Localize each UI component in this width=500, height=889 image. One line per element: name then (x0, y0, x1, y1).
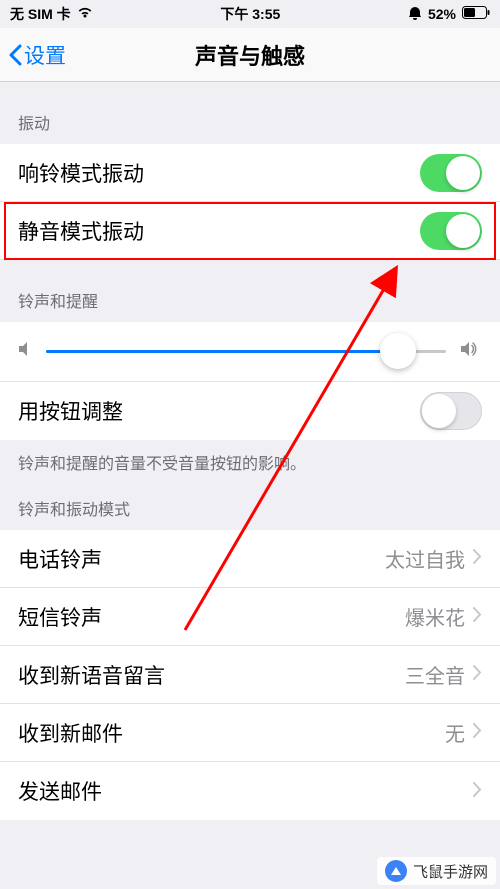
toggle-silent-vibrate[interactable] (420, 212, 482, 250)
status-time: 下午 3:55 (220, 4, 280, 24)
row-label: 用按钮调整 (18, 396, 123, 426)
row-value: 无 (445, 718, 465, 747)
list-group-vibration: 响铃模式振动 静音模式振动 (0, 144, 500, 260)
row-label: 发送邮件 (18, 776, 102, 806)
volume-slider-row[interactable] (0, 322, 500, 382)
status-left: 无 SIM 卡 (10, 4, 93, 24)
toggle-button-adjust[interactable] (420, 392, 482, 430)
row-silent-vibrate[interactable]: 静音模式振动 (0, 202, 500, 260)
row-label: 静音模式振动 (18, 216, 144, 246)
section-footer-ringer: 铃声和提醒的音量不受音量按钮的影响。 (0, 440, 500, 478)
row-label: 收到新邮件 (18, 718, 123, 748)
row-value: 太过自我 (385, 544, 465, 573)
back-label: 设置 (24, 40, 66, 70)
list-group-ringer: 用按钮调整 (0, 322, 500, 440)
section-header-patterns: 铃声和振动模式 (0, 478, 500, 530)
row-text-tone[interactable]: 短信铃声 爆米花 (0, 588, 500, 646)
volume-slider[interactable] (46, 350, 446, 353)
status-right: 52% (408, 6, 490, 23)
status-bar: 无 SIM 卡 下午 3:55 52% (0, 0, 500, 28)
row-label: 收到新语音留言 (18, 660, 165, 690)
row-label: 响铃模式振动 (18, 158, 144, 188)
page-title: 声音与触感 (0, 39, 500, 71)
back-button[interactable]: 设置 (0, 40, 66, 70)
chevron-right-icon (473, 547, 482, 570)
list-group-patterns: 电话铃声 太过自我 短信铃声 爆米花 收到新语音留言 三全音 收到新邮件 无 发… (0, 530, 500, 820)
volume-max-icon (460, 340, 482, 363)
nav-bar: 设置 声音与触感 (0, 28, 500, 82)
battery-label: 52% (428, 6, 456, 22)
watermark: 飞鼠手游网 (377, 857, 496, 885)
row-voicemail[interactable]: 收到新语音留言 三全音 (0, 646, 500, 704)
wifi-icon (77, 6, 93, 22)
carrier-label: 无 SIM 卡 (10, 4, 71, 24)
row-sent-mail[interactable]: 发送邮件 (0, 762, 500, 820)
chevron-right-icon (473, 663, 482, 686)
chevron-left-icon (8, 44, 22, 66)
slider-fill (46, 350, 398, 353)
row-button-adjust[interactable]: 用按钮调整 (0, 382, 500, 440)
volume-min-icon (18, 341, 32, 362)
section-header-vibration: 振动 (0, 82, 500, 144)
row-ringtone[interactable]: 电话铃声 太过自我 (0, 530, 500, 588)
slider-thumb[interactable] (380, 333, 416, 369)
watermark-logo-icon (385, 860, 407, 882)
watermark-text: 飞鼠手游网 (413, 861, 488, 882)
row-value: 爆米花 (405, 602, 465, 631)
row-new-mail[interactable]: 收到新邮件 无 (0, 704, 500, 762)
section-header-ringer: 铃声和提醒 (0, 260, 500, 322)
alarm-icon (408, 6, 422, 23)
row-label: 短信铃声 (18, 602, 102, 632)
chevron-right-icon (473, 605, 482, 628)
chevron-right-icon (473, 721, 482, 744)
battery-icon (462, 6, 490, 22)
chevron-right-icon (473, 780, 482, 803)
row-ring-vibrate[interactable]: 响铃模式振动 (0, 144, 500, 202)
row-label: 电话铃声 (18, 544, 102, 574)
row-value: 三全音 (405, 660, 465, 689)
toggle-ring-vibrate[interactable] (420, 154, 482, 192)
